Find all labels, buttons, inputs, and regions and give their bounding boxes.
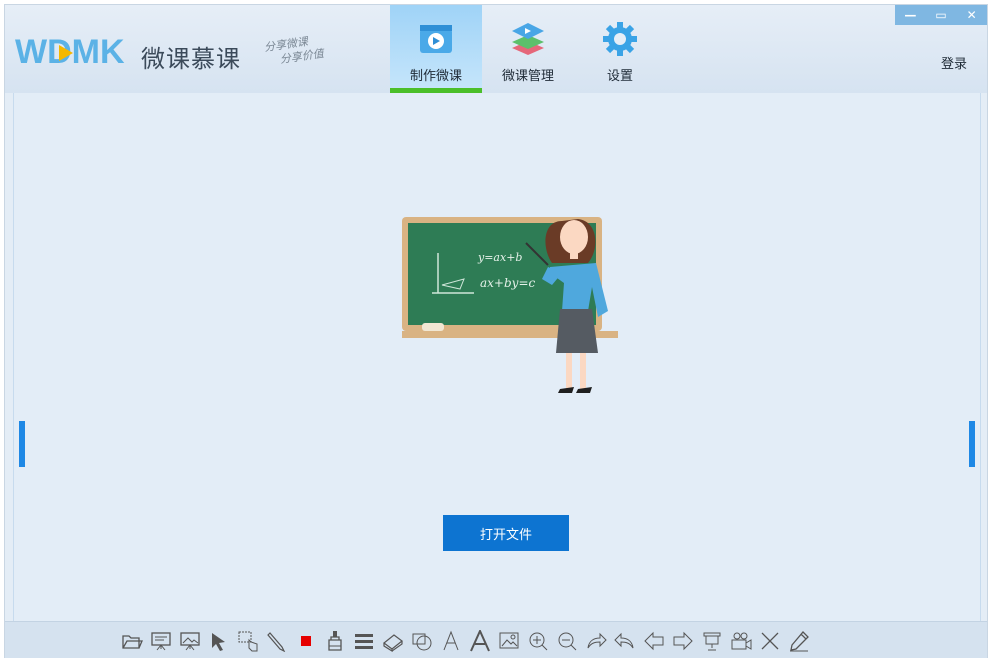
projector-button[interactable] (699, 628, 724, 653)
projector-icon (703, 632, 720, 650)
right-panel-toggle[interactable] (969, 421, 975, 467)
app-window: WDMK 微课慕课 分享微课 分享价值 制作微课 (4, 4, 988, 658)
shape-clear-icon (412, 633, 431, 650)
drawing-toolbar (5, 621, 987, 658)
tab-label: 制作微课 (409, 69, 462, 84)
film-play-icon (420, 25, 452, 53)
brush-button[interactable] (322, 628, 347, 653)
eraser-icon (382, 633, 403, 652)
hand-select-icon (238, 631, 257, 651)
redo-button[interactable] (583, 628, 608, 653)
prev-page-button[interactable] (641, 628, 666, 653)
undo-icon (613, 632, 633, 648)
workspace: y=ax+b ax+by=c 打开文件 (13, 93, 981, 621)
edit-button[interactable] (786, 628, 811, 653)
next-page-button[interactable] (670, 628, 695, 653)
main-tabs: 制作微课 微课管理 设置 (390, 5, 666, 93)
redo-icon (587, 632, 607, 648)
teacher-skirt (556, 309, 598, 353)
teacher-face (560, 220, 588, 254)
layers-play-icon (512, 23, 544, 55)
text-bold-button[interactable] (467, 628, 492, 653)
line-weight-icon (354, 633, 373, 649)
zoom-out-button[interactable] (554, 628, 579, 653)
tab-label: 设置 (606, 69, 633, 84)
text-thin-button[interactable] (438, 628, 463, 653)
shape-clear-button[interactable] (409, 628, 434, 653)
insert-image-button[interactable] (496, 628, 521, 653)
zoom-in-button[interactable] (525, 628, 550, 653)
board-equation-2: ax+by=c (480, 276, 535, 290)
hand-select-button[interactable] (235, 628, 260, 653)
insert-image-icon (499, 632, 518, 648)
left-panel-toggle[interactable] (19, 421, 25, 467)
presentation-board-icon (150, 631, 171, 650)
eraser-button[interactable] (380, 628, 405, 653)
tab-make-microlesson[interactable]: 制作微课 (390, 5, 482, 93)
gear-icon (603, 22, 637, 56)
logo-slogan: 分享微课 分享价值 (263, 33, 324, 69)
open-folder-icon (121, 634, 143, 649)
minimize-button[interactable]: — (895, 5, 926, 25)
image-board-button[interactable] (177, 628, 202, 653)
text-bold-icon (469, 629, 490, 651)
zoom-out-icon (558, 632, 576, 650)
undo-button[interactable] (612, 628, 637, 653)
board-equation-1: y=ax+b (477, 251, 522, 264)
zoom-in-icon (529, 632, 547, 650)
whiteboard-button[interactable] (148, 628, 173, 653)
line-weight-button[interactable] (351, 628, 376, 653)
color-button[interactable] (293, 628, 318, 653)
pointer-icon (211, 632, 225, 651)
tab-settings[interactable]: 设置 (574, 5, 666, 93)
camera-icon (731, 632, 751, 650)
color-swatch-icon (300, 635, 311, 646)
logo-name: 微课慕课 (141, 45, 241, 73)
teacher-illustration: y=ax+b ax+by=c (402, 217, 618, 393)
image-board-icon (179, 631, 200, 650)
header: WDMK 微课慕课 分享微课 分享价值 制作微课 (5, 5, 987, 93)
text-thin-icon (443, 630, 458, 650)
open-folder-button[interactable] (119, 628, 144, 653)
edit-icon (789, 630, 809, 651)
logo: WDMK 微课慕课 分享微课 分享价值 (13, 31, 353, 75)
camera-button[interactable] (728, 628, 753, 653)
login-link[interactable]: 登录 (941, 53, 967, 72)
open-file-button[interactable]: 打开文件 (443, 515, 569, 551)
clear-button[interactable] (757, 628, 782, 653)
clear-icon (761, 632, 778, 649)
prev-page-icon (643, 631, 663, 650)
pointer-button[interactable] (206, 628, 231, 653)
maximize-button[interactable]: ▭ (926, 5, 957, 25)
wdmk-logo-mark: WDMK (15, 33, 125, 71)
next-page-icon (673, 631, 693, 650)
window-controls: — ▭ ✕ (895, 5, 987, 25)
pen-icon (266, 631, 285, 652)
pen-button[interactable] (264, 628, 289, 653)
tab-manage-microlesson[interactable]: 微课管理 (482, 5, 574, 93)
tab-label: 微课管理 (501, 69, 554, 84)
close-button[interactable]: ✕ (956, 5, 987, 25)
brush-icon (327, 630, 342, 651)
